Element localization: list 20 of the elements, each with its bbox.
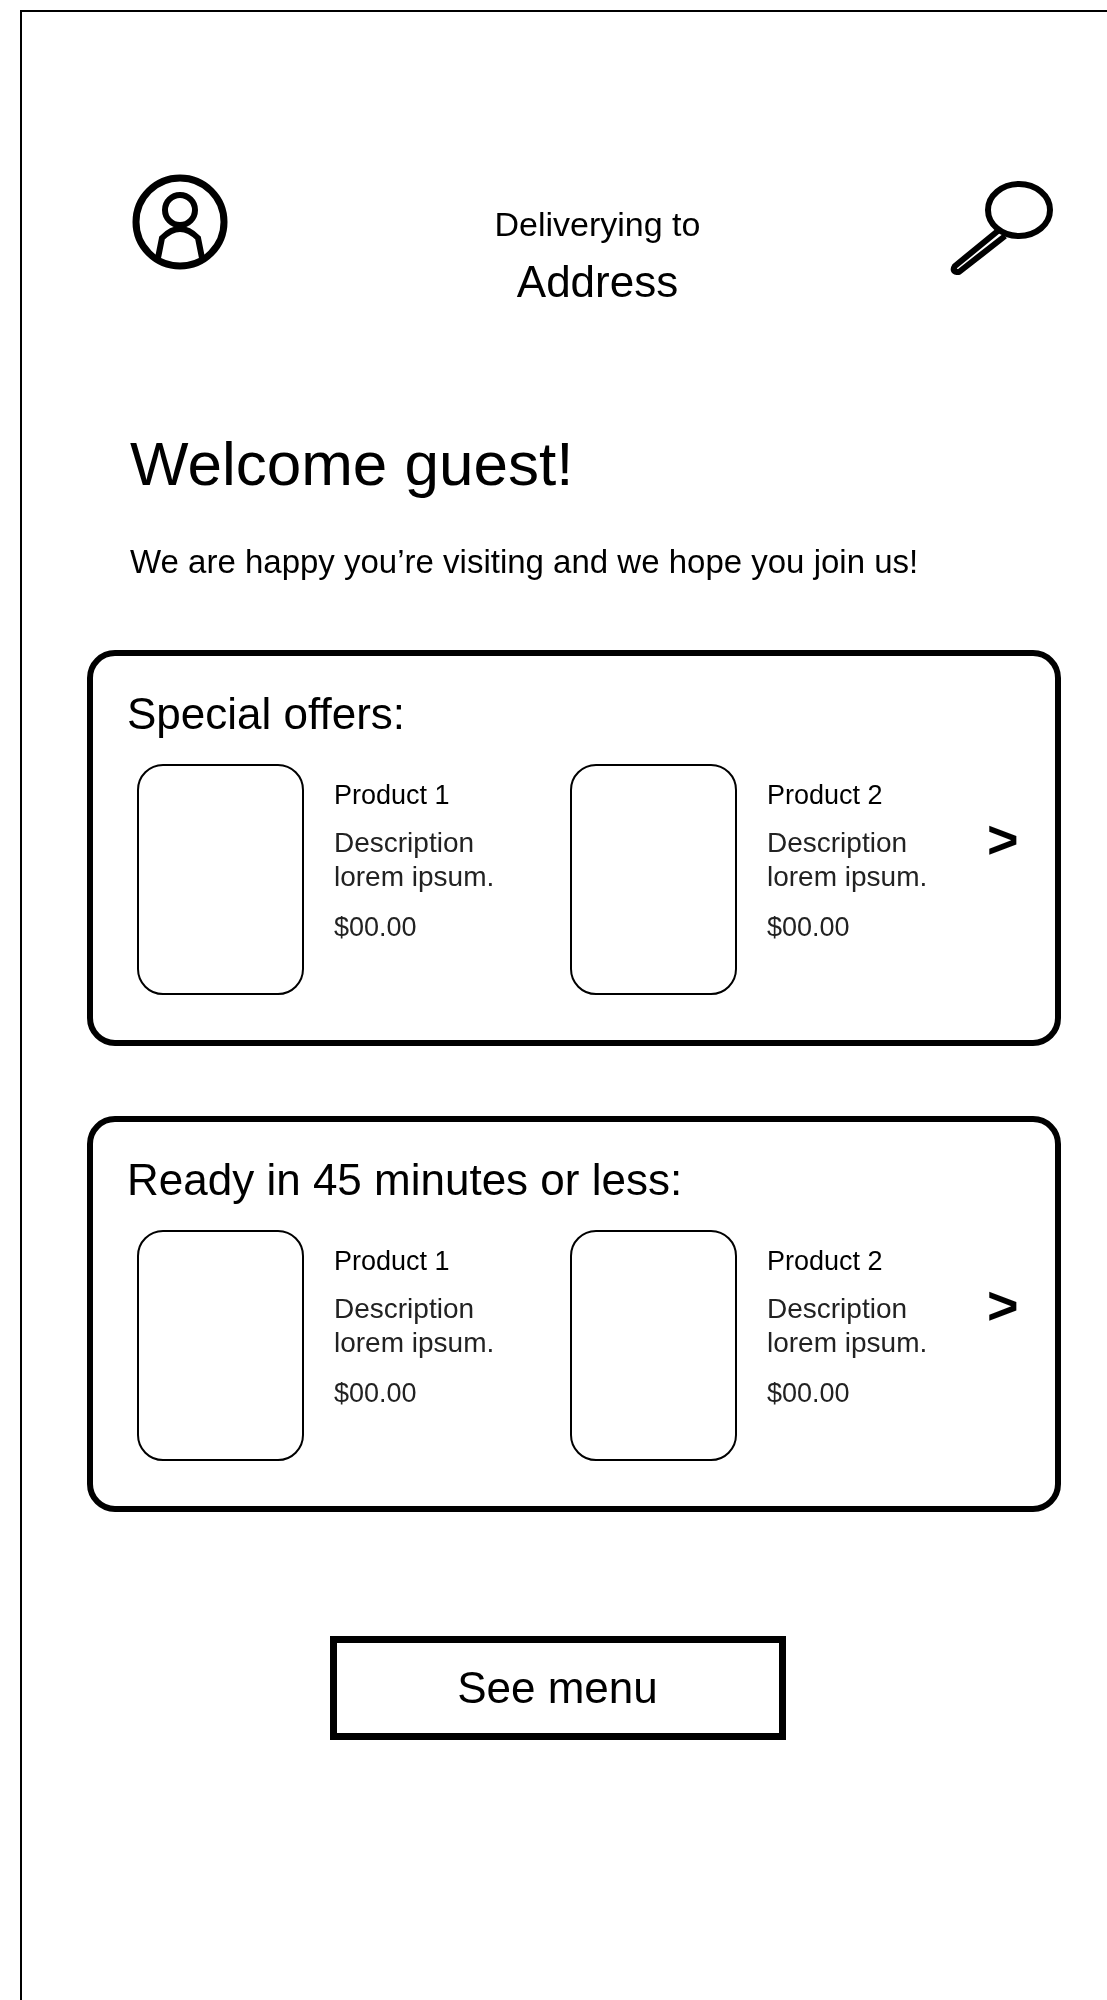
- welcome-message: We are happy you’re visiting and we hope you join us!: [130, 542, 920, 582]
- section-title: Ready in 45 minutes or less:: [127, 1154, 684, 1206]
- delivery-label: Deliverying to: [494, 204, 701, 245]
- product-name: Product 2: [767, 779, 884, 812]
- product-price: $00.00: [334, 911, 418, 944]
- product-description: Description lorem ipsum.: [334, 1292, 496, 1360]
- see-menu-button[interactable]: See menu: [329, 1636, 786, 1740]
- user-profile-icon[interactable]: [130, 172, 230, 272]
- product-description: Description lorem ipsum.: [767, 1292, 929, 1360]
- section-title: Special offers:: [127, 688, 406, 740]
- product-price: $00.00: [334, 1377, 418, 1410]
- address-link[interactable]: Address: [516, 254, 679, 310]
- welcome-heading: Welcome guest!: [130, 428, 575, 500]
- product-name: Product 1: [334, 779, 451, 812]
- product-description: Description lorem ipsum.: [334, 826, 496, 894]
- product-description: Description lorem ipsum.: [767, 826, 929, 894]
- product-price: $00.00: [767, 911, 851, 944]
- product-name: Product 1: [334, 1245, 451, 1278]
- product-price: $00.00: [767, 1377, 851, 1410]
- product-name: Product 2: [767, 1245, 884, 1278]
